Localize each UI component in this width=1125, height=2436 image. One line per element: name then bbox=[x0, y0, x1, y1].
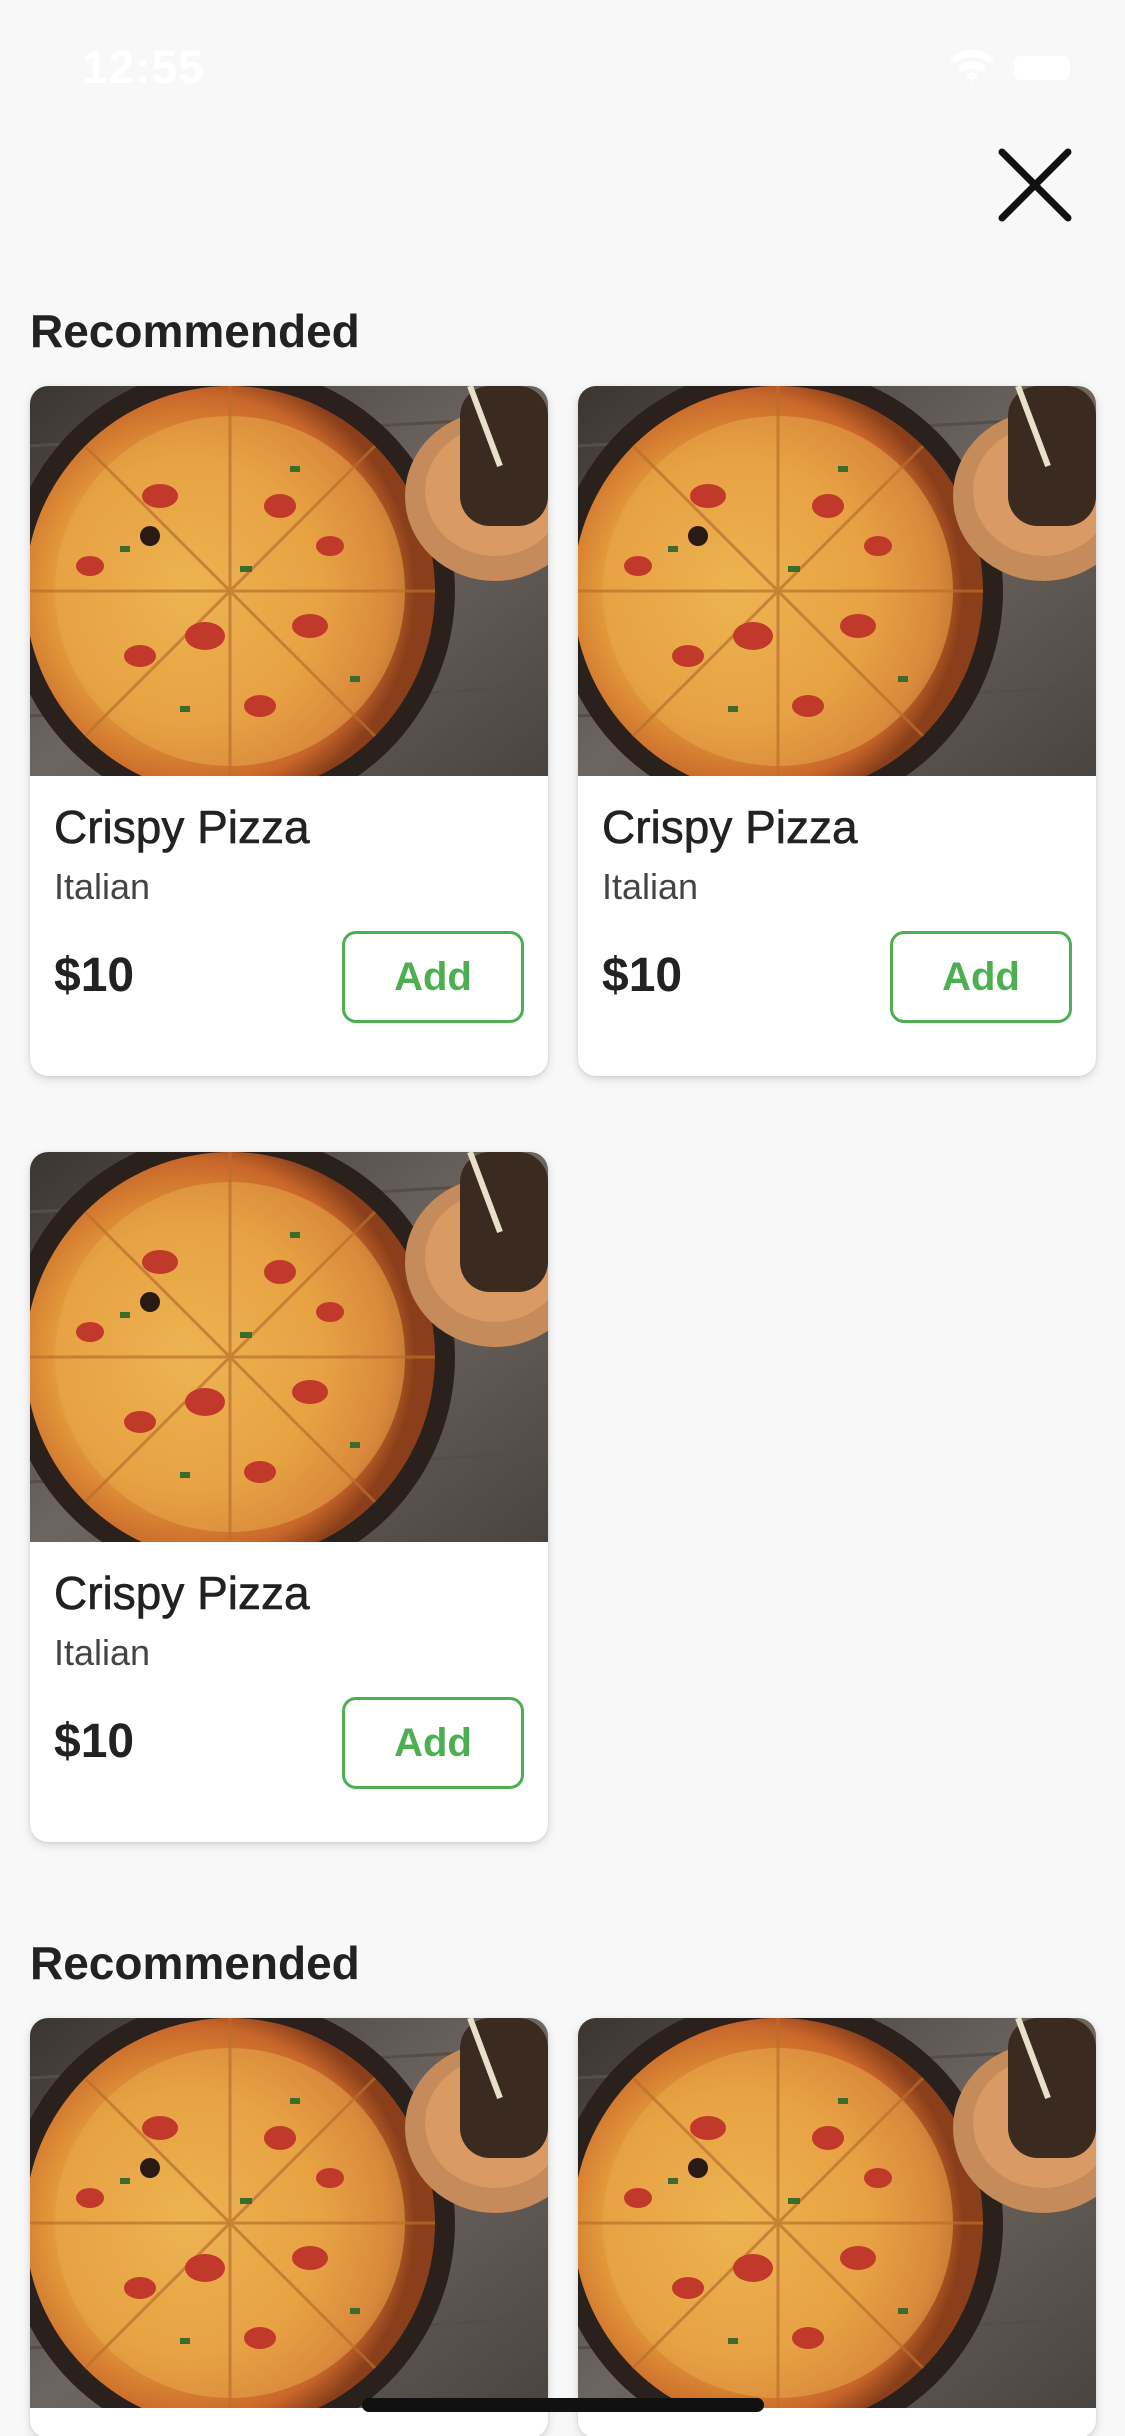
food-name: Crispy Pizza bbox=[54, 801, 310, 854]
food-price: $10 bbox=[54, 1715, 135, 1768]
close-button[interactable] bbox=[990, 140, 1080, 230]
food-card[interactable]: Crispy Pizza Italian $10 Add bbox=[30, 386, 548, 1076]
food-card[interactable] bbox=[578, 2018, 1096, 2436]
food-category: Italian bbox=[54, 866, 151, 907]
battery-icon bbox=[1014, 56, 1070, 80]
food-image bbox=[30, 1152, 548, 1542]
section-title: Recommended bbox=[30, 305, 360, 357]
close-icon bbox=[998, 148, 1072, 222]
section-title: Recommended bbox=[30, 1937, 360, 1989]
wifi-icon bbox=[950, 49, 994, 82]
food-card[interactable] bbox=[30, 2018, 548, 2436]
add-button[interactable]: Add bbox=[890, 931, 1072, 1023]
add-button[interactable]: Add bbox=[342, 1697, 524, 1789]
add-button[interactable]: Add bbox=[342, 931, 524, 1023]
food-image bbox=[30, 2018, 548, 2408]
status-time: 12:55 bbox=[82, 41, 205, 93]
food-name: Crispy Pizza bbox=[602, 801, 858, 854]
food-price: $10 bbox=[54, 949, 135, 1002]
food-price: $10 bbox=[602, 949, 683, 1002]
food-image bbox=[578, 386, 1096, 776]
status-bar: 12:55 bbox=[0, 0, 1125, 130]
food-image bbox=[578, 2018, 1096, 2408]
food-category: Italian bbox=[54, 1632, 151, 1673]
food-card[interactable]: Crispy Pizza Italian $10 Add bbox=[578, 386, 1096, 1076]
home-indicator bbox=[362, 2398, 764, 2412]
food-category: Italian bbox=[602, 866, 699, 907]
food-card[interactable]: Crispy Pizza Italian $10 Add bbox=[30, 1152, 548, 1842]
food-image bbox=[30, 386, 548, 776]
screen: 12:55 Recommended Crispy Pizza Italian $… bbox=[0, 0, 1125, 2436]
food-name: Crispy Pizza bbox=[54, 1567, 310, 1620]
